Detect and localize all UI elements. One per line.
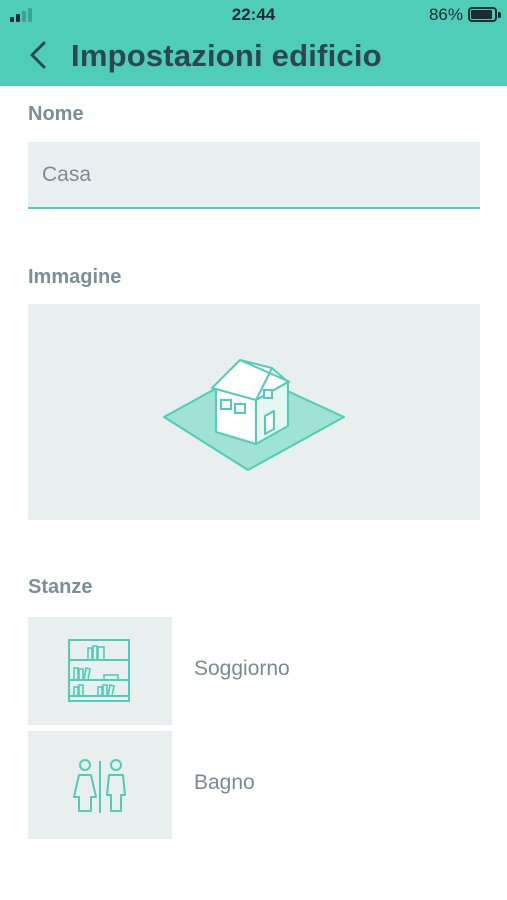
- page-title: Impostazioni edificio: [71, 38, 382, 73]
- building-image[interactable]: [28, 304, 480, 520]
- back-button[interactable]: [24, 36, 56, 76]
- image-section-label: Immagine: [28, 266, 122, 288]
- status-bar: 22:44 86%: [0, 0, 507, 30]
- room-item-bagno[interactable]: Bagno: [28, 731, 480, 839]
- battery-icon: [468, 7, 501, 22]
- room-label: Bagno: [194, 771, 255, 794]
- room-thumbnail: [28, 731, 172, 839]
- bookshelf-icon: [68, 639, 130, 702]
- rooms-section-label: Stanze: [28, 576, 93, 598]
- room-thumbnail: [28, 617, 172, 725]
- name-section-label: Nome: [28, 103, 84, 125]
- battery-percentage: 86%: [428, 5, 463, 24]
- room-item-soggiorno[interactable]: Soggiorno: [28, 617, 480, 725]
- room-label: Soggiorno: [194, 657, 290, 680]
- chevron-left-icon: [30, 41, 46, 69]
- app-header: 22:44 86% Impostazioni edificio: [0, 0, 507, 86]
- house-icon: [163, 359, 345, 471]
- name-field[interactable]: [28, 142, 480, 209]
- name-input[interactable]: [28, 142, 480, 207]
- restroom-icon: [73, 759, 126, 813]
